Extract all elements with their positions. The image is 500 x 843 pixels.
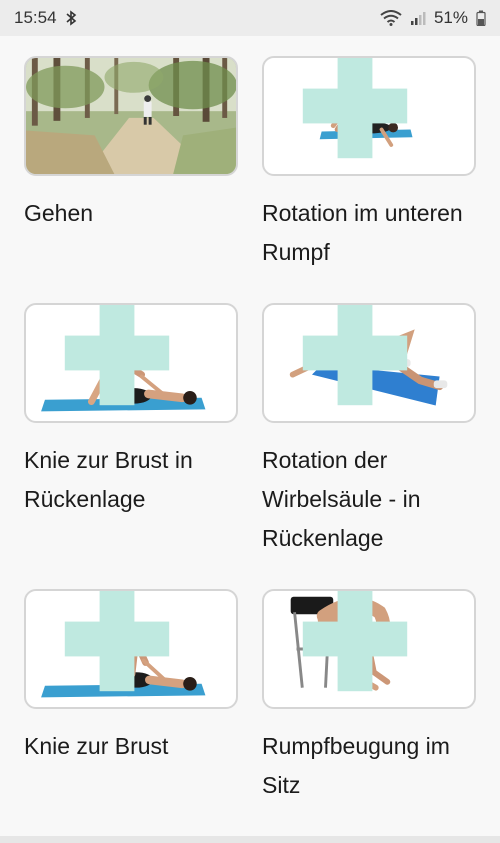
status-bar: 15:54 51%	[0, 0, 500, 36]
exercise-card-gehen[interactable]: Gehen	[24, 56, 238, 233]
exercise-card-rotation-wirbelsaeule[interactable]: Rotation der Wirbelsäule - in Rückenlage	[262, 303, 476, 558]
add-icon[interactable]	[262, 589, 460, 697]
exercise-card-knie-zur-brust[interactable]: Knie zur Brust	[24, 589, 238, 766]
battery-icon	[476, 10, 486, 26]
exercise-card-rumpfbeugung-sitz[interactable]: Rumpfbeugung im Sitz	[262, 589, 476, 805]
battery-percent: 51%	[433, 8, 468, 27]
signal-icon	[410, 10, 426, 26]
exercise-thumbnail[interactable]	[24, 303, 238, 423]
exercise-label[interactable]: Gehen	[24, 194, 238, 233]
exercise-grid: Gehen Rotation im unteren Rumpf Knie zur…	[0, 36, 500, 836]
forest-path-image	[26, 58, 236, 174]
exercise-thumbnail[interactable]	[24, 589, 238, 709]
add-icon[interactable]	[24, 303, 222, 411]
exercise-label[interactable]: Rumpfbeugung im Sitz	[262, 727, 476, 805]
exercise-label[interactable]: Knie zur Brust in Rückenlage	[24, 441, 238, 519]
add-icon[interactable]	[24, 589, 222, 697]
add-icon[interactable]	[262, 56, 460, 164]
exercise-label[interactable]: Knie zur Brust	[24, 727, 238, 766]
bluetooth-icon	[65, 10, 77, 26]
wifi-icon	[380, 10, 402, 26]
exercise-card-knie-zur-brust-rueckenlage[interactable]: Knie zur Brust in Rückenlage	[24, 303, 238, 519]
exercise-label[interactable]: Rotation der Wirbelsäule - in Rückenlage	[262, 441, 476, 558]
status-time: 15:54	[14, 8, 57, 27]
exercise-thumbnail[interactable]	[24, 56, 238, 176]
exercise-label[interactable]: Rotation im unteren Rumpf	[262, 194, 476, 272]
exercise-card-rotation-unterer-rumpf[interactable]: Rotation im unteren Rumpf	[262, 56, 476, 272]
exercise-thumbnail[interactable]	[262, 303, 476, 423]
exercise-thumbnail[interactable]	[262, 56, 476, 176]
exercise-thumbnail[interactable]	[262, 589, 476, 709]
add-icon[interactable]	[262, 303, 460, 411]
bottom-edge	[0, 836, 500, 843]
